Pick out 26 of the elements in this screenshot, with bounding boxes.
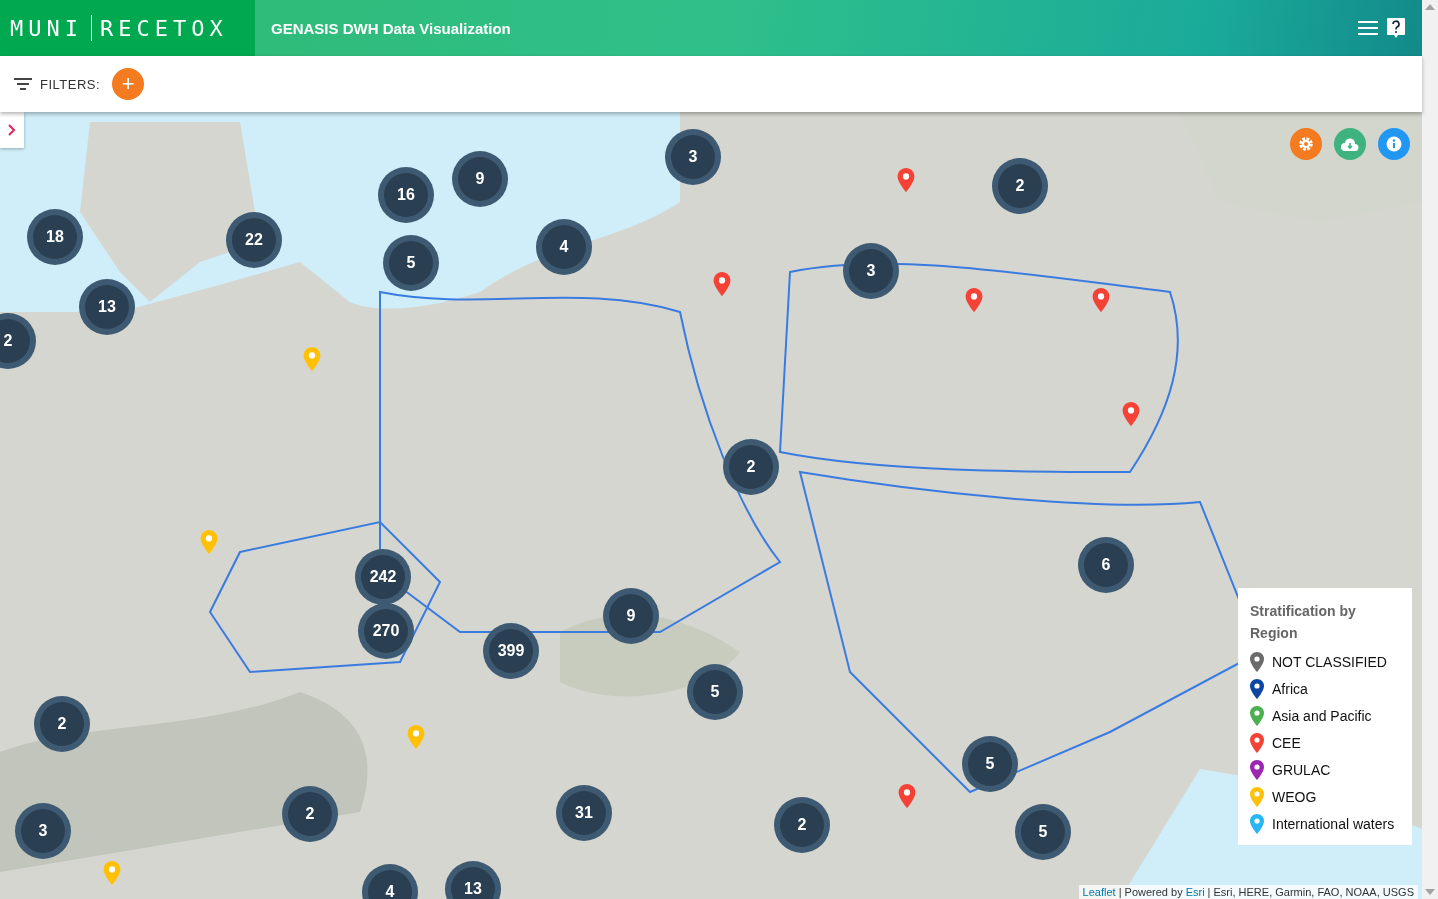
info-icon	[1386, 136, 1402, 152]
attribution-text: | Powered by	[1118, 886, 1183, 898]
help-icon[interactable]	[1386, 17, 1406, 39]
legend-label: International waters	[1272, 815, 1395, 832]
cloud-download-icon	[1341, 137, 1359, 151]
legend-title: Stratification by Region	[1250, 602, 1357, 643]
app-title: GENASIS DWH Data Visualization	[271, 19, 512, 37]
scroll-down-icon[interactable]	[1425, 889, 1435, 895]
chevron-icon	[8, 124, 16, 136]
settings-icon	[1298, 136, 1314, 152]
logo-text: RECETOX	[100, 15, 228, 41]
sidebar-toggle[interactable]	[0, 112, 24, 148]
legend-label: CEE	[1272, 734, 1301, 751]
logo-text: MUNI	[10, 15, 83, 41]
attribution-text: | Esri, HERE, Garmin, FAO, NOAA, USGS	[1207, 886, 1414, 898]
legend-label: WEOG	[1272, 788, 1317, 805]
filter-icon	[14, 78, 32, 90]
legend-label: GRULAC	[1272, 761, 1331, 778]
attribution-link[interactable]: Esri	[1185, 886, 1205, 898]
attribution-link[interactable]: Leaflet	[1082, 886, 1116, 898]
legend-label: Asia and Pacific	[1272, 707, 1372, 724]
menu-icon[interactable]	[1358, 20, 1378, 36]
filters-label: FILTERS:	[40, 76, 101, 92]
legend-label: NOT CLASSIFIED	[1272, 653, 1387, 670]
scroll-up-icon[interactable]	[1425, 4, 1435, 10]
legend-label: Africa	[1272, 680, 1308, 697]
